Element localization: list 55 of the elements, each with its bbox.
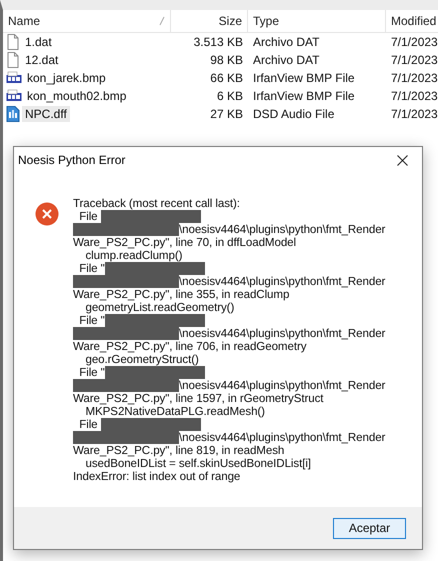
traceback-text: clump.readClump() [84, 249, 182, 262]
error-icon [35, 202, 59, 226]
file-type: DSD Audio File [252, 107, 336, 121]
column-header[interactable]: Name [3, 10, 171, 32]
file-modified-date: 7/1/2023 [390, 35, 438, 49]
traceback-text: geometryList.readGeometry() [84, 301, 234, 314]
traceback-text: Ware_PS2_PC.py", line 70, in dffLoadModel [73, 236, 296, 249]
traceback-text: \noesisv4464\plugins\python\fmt_Render [179, 327, 386, 340]
file-type: IrfanView BMP File [252, 89, 356, 103]
file-size: 98 KB [209, 53, 244, 67]
traceback-text: geo.rGeometryStruct() [84, 353, 199, 366]
dialog-title: Noesis Python Error [18, 153, 126, 167]
column-header[interactable]: Type [248, 10, 386, 32]
image-file-icon [6, 89, 22, 103]
file-name[interactable]: 12.dat [22, 52, 62, 68]
traceback-text: MKPS2NativeDataPLG.readMesh() [84, 405, 265, 418]
traceback-text: IndexError: list index out of range [73, 470, 240, 483]
traceback-text: \noesisv4464\plugins\python\fmt_Render [179, 275, 386, 288]
traceback-text: Ware_PS2_PC.py", line 1597, in rGeometryStruct [73, 392, 324, 405]
traceback-text: Ware_PS2_PC.py", line 819, in readMesh [73, 444, 284, 457]
traceback-text: Traceback (most recent call last): [73, 197, 240, 210]
file-name[interactable]: NPC.dff [22, 106, 70, 122]
file-modified-date: 7/1/2023 [390, 89, 438, 103]
file-type: Archivo DAT [252, 53, 320, 67]
column-header[interactable]: Modified [386, 10, 438, 32]
close-icon [396, 154, 408, 166]
file-type: Archivo DAT [252, 35, 320, 49]
file-size: 27 KB [209, 107, 244, 121]
file-size: 3.513 KB [192, 35, 244, 49]
traceback-text: Ware_PS2_PC.py", line 706, in readGeometry [73, 340, 306, 353]
file-name[interactable]: kon_mouth02.bmp [24, 88, 130, 104]
document-icon [6, 34, 20, 50]
audio-file-icon [6, 106, 20, 122]
traceback-text: usedBoneIDList = self.skinUsedBoneIDList[i] [84, 457, 311, 470]
file-modified-date: 7/1/2023 [390, 53, 438, 67]
image-file-icon [6, 71, 22, 85]
traceback-text: File " [78, 314, 105, 327]
file-size: 66 KB [209, 71, 244, 85]
document-icon [6, 52, 20, 68]
accept-button[interactable]: Aceptar [333, 518, 406, 538]
file-name[interactable]: kon_jarek.bmp [24, 70, 109, 86]
traceback-text: File [78, 210, 99, 223]
traceback-text: File [78, 418, 99, 431]
column-header[interactable]: Size [171, 10, 248, 32]
traceback-text: File " [78, 366, 105, 379]
traceback-text: Ware_PS2_PC.py", line 355, in readClump [73, 288, 290, 301]
traceback-text: \noesisv4464\plugins\python\fmt_Render [179, 223, 386, 236]
traceback-text: \noesisv4464\plugins\python\fmt_Render [179, 431, 386, 444]
file-modified-date: 7/1/2023 [390, 71, 438, 85]
file-name[interactable]: 1.dat [22, 34, 55, 50]
traceback-text: \noesisv4464\plugins\python\fmt_Render [179, 379, 386, 392]
file-size: 6 KB [216, 89, 244, 103]
file-type: IrfanView BMP File [252, 71, 356, 85]
traceback-text: File " [78, 262, 105, 275]
file-modified-date: 7/1/2023 [390, 107, 438, 121]
